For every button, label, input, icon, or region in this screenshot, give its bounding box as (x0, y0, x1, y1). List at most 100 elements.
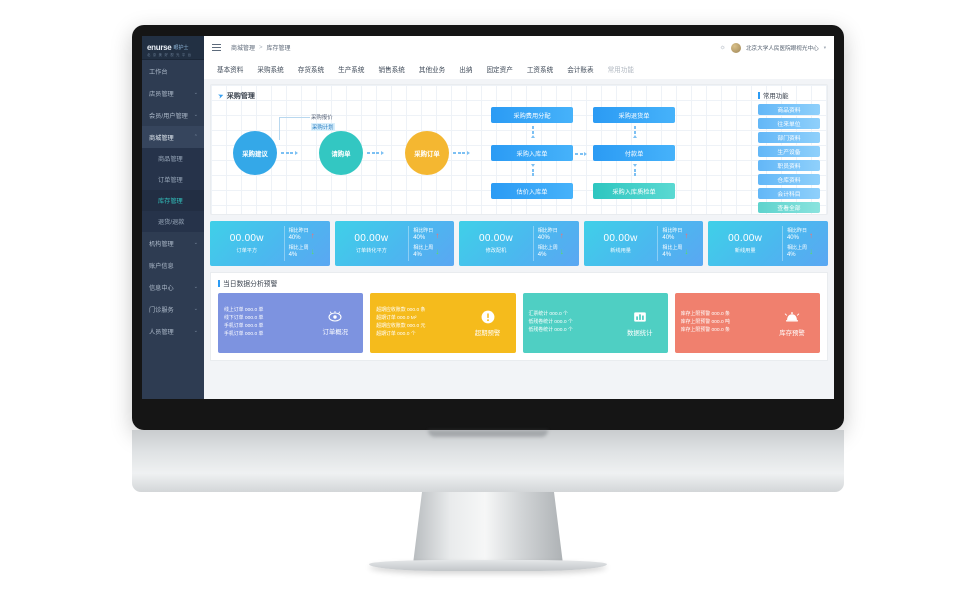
flow-box-estimated-receipt[interactable]: 估价入库单 (491, 183, 573, 199)
flow-box-receipt-inspection[interactable]: 采购入库质检单 (593, 183, 675, 199)
sidebar-item-1[interactable]: 店员管理 ⌄ (142, 82, 204, 104)
flow-arrow-up-3 (531, 164, 535, 177)
tab-6[interactable]: 出纳 (452, 64, 479, 74)
tab-1[interactable]: 采购系统 (250, 64, 290, 74)
warning-card-summary: 数据统计 (618, 310, 662, 337)
warning-card-3[interactable]: 库存上限预警 000.0 条库存上限预警 000.0 吨库存上限预警 000.0… (674, 293, 820, 353)
warning-line: 超期订单 000.0 个 (376, 331, 416, 337)
chevron-icon: ⌄ (193, 284, 198, 290)
tab-4[interactable]: 销售系统 (372, 64, 412, 74)
flow-circle-advice[interactable]: 采购建议 (233, 131, 277, 175)
stat-card-main: 00.00w 新线用量 (708, 233, 782, 254)
sidebar-subitem-0[interactable]: 商品管理 (142, 148, 204, 169)
stat-card-0[interactable]: 00.00w 订单平方 相比昨日 40% ↑ 相比上周 4% ↓ (210, 221, 330, 266)
tab-0[interactable]: 基本资料 (210, 64, 250, 74)
stat-card-3[interactable]: 00.00w 新线用量 相比昨日 40% ↑ 相比上周 4% ↓ (583, 221, 704, 266)
monitor-body: enurse 眼护士 北 京 美 好 视 光 平 台 工作台 店员管理 ⌄ 会员/用户… (132, 25, 844, 430)
flow-title-text: 采购管理 (226, 93, 255, 100)
compare-label: 相比上周 (662, 244, 683, 251)
compare-label: 相比昨日 (786, 227, 807, 234)
quick-button-6[interactable]: 会计科目 (758, 188, 820, 199)
hamburger-icon[interactable] (212, 44, 221, 52)
compare-value: 4% (413, 252, 422, 259)
tab-7[interactable]: 固定资产 (479, 64, 519, 74)
sidebar-item-8[interactable]: 人员管理 ⌄ (142, 320, 204, 342)
flow-circle-order[interactable]: 采购订单 (405, 131, 449, 175)
arrow-up-icon: ↑ (684, 230, 689, 240)
compare-label: 相比上周 (537, 244, 558, 251)
breadcrumb-current: 库存管理 (266, 46, 291, 52)
notification-bell-icon[interactable]: ☼ (720, 44, 726, 51)
flow-circle-request[interactable]: 请购单 (319, 131, 363, 175)
monitor-chin (132, 430, 844, 492)
sidebar-item-0[interactable]: 工作台 (142, 60, 204, 82)
quick-button-3[interactable]: 生产设备 (758, 146, 820, 157)
callout-connector (279, 117, 310, 140)
breadcrumb-separator: > (259, 44, 263, 51)
warning-line: 超期订单 000.0 M² (376, 316, 417, 322)
tab-10[interactable]: 常用功能 (601, 64, 641, 74)
monitor-stand-neck (413, 492, 563, 564)
arrow-up-icon: ↑ (310, 230, 315, 240)
flow-arrow-2 (367, 151, 384, 155)
tab-9[interactable]: 会计账表 (560, 64, 600, 74)
sidebar-item-label: 会员/用户管理 (149, 112, 188, 120)
stat-card-1[interactable]: 00.00w 订单转化平方 相比昨日 40% ↑ 相比上周 4% ↓ (334, 221, 455, 266)
warning-line: 库存上限预警 000.0 条 (680, 312, 730, 318)
flow-arrow-1 (281, 151, 298, 155)
avatar[interactable] (730, 42, 741, 53)
tab-3[interactable]: 生产系统 (331, 64, 371, 74)
warning-line: 手机订单 000.0 单 (224, 331, 264, 337)
callout-plan[interactable]: 采购计划 (311, 123, 335, 131)
sidebar-item-7[interactable]: 门诊服务 ⌄ (142, 298, 204, 320)
breadcrumb: 商城管理 > 库存管理 (231, 43, 291, 53)
app-window: enurse 眼护士 北 京 美 好 视 光 平 台 工作台 店员管理 ⌄ 会员/用户… (142, 36, 834, 399)
quick-button-0[interactable]: 商品资料 (758, 104, 820, 115)
sidebar-item-5[interactable]: 账户信息 (142, 254, 204, 276)
sidebar-item-4[interactable]: 机构管理 ⌄ (142, 232, 204, 254)
warning-card-0[interactable]: 线上订单 000.0 单线下订单 000.0 单手机订单 000.0 单手机订单… (218, 293, 364, 353)
stat-card-4[interactable]: 00.00w 新线用量 相比昨日 40% ↑ 相比上周 4% ↓ (708, 221, 828, 266)
stat-card-2[interactable]: 00.00w 修改配机 相比昨日 40% ↑ 相比上周 4% ↓ (459, 221, 579, 266)
flow-box-receipt-order[interactable]: 采购入库单 (491, 145, 573, 161)
quick-button-7[interactable]: 查看全部 (758, 202, 820, 213)
stat-compare-yesterday: 相比昨日 40% ↑ (289, 228, 330, 243)
breadcrumb-root[interactable]: 商城管理 (231, 43, 255, 52)
send-icon: ➤ (217, 92, 226, 101)
tab-2[interactable]: 存货系统 (291, 64, 331, 74)
callout-quote[interactable]: 采购报价 (311, 113, 333, 121)
tab-5[interactable]: 其他业务 (412, 64, 452, 74)
stat-card-compare: 相比昨日 40% ↑ 相比上周 4% ↓ (283, 225, 330, 262)
sidebar-item-2[interactable]: 会员/用户管理 ⌄ (142, 104, 204, 126)
arrow-down-icon: ↓ (808, 247, 813, 257)
warning-card-1[interactable]: 超期应收账款 000.0 条超期订单 000.0 M² 超期应收账款 000.0 … (370, 293, 516, 353)
quick-button-1[interactable]: 往来单位 (758, 118, 820, 129)
flow-box-expense-allocation[interactable]: 采购费用分配 (491, 107, 573, 123)
stat-card-compare: 相比昨日 40% ↑ 相比上周 4% ↓ (657, 225, 703, 262)
compare-value: 4% (537, 252, 547, 259)
chevron-icon: ⌄ (193, 328, 198, 334)
flow-box-return-order[interactable]: 采购退货单 (593, 107, 675, 123)
tab-8[interactable]: 工资系统 (520, 64, 560, 74)
quick-button-4[interactable]: 职员资料 (758, 160, 820, 171)
chevron-down-icon[interactable]: ▾ (824, 45, 826, 51)
sidebar-subitem-3[interactable]: 退货/退款 (142, 211, 204, 232)
quick-button-2[interactable]: 部门资料 (758, 132, 820, 143)
chevron-icon: ⌄ (193, 112, 198, 118)
sidebar-item-3[interactable]: 商城管理 ⌃ (142, 126, 204, 148)
quick-button-5[interactable]: 仓库资料 (758, 174, 820, 185)
sidebar-item-label: 门诊服务 (149, 306, 174, 314)
sidebar: enurse 眼护士 北 京 美 好 视 光 平 台 工作台 店员管理 ⌄ 会员/用户… (142, 36, 204, 399)
stat-compare-yesterday: 相比昨日 40% ↑ (787, 228, 828, 243)
sidebar-subitem-1[interactable]: 订单管理 (142, 169, 204, 190)
warning-card-2[interactable]: 汇票统计 000.0 个低残卷统计 000.0 个低残卷统计 000.0 个数据… (522, 293, 668, 353)
sidebar-item-6[interactable]: 信息中心 ⌄ (142, 276, 204, 298)
warning-line: 低残卷统计 000.0 个 (528, 327, 573, 333)
sidebar-subitem-2[interactable]: 库存管理 (142, 190, 204, 211)
topbar-right: ☼ 北京大学人民医院眼视光中心 ▾ (720, 42, 834, 53)
warning-card-label: 数据统计 (626, 329, 653, 337)
daily-warning-header: 当日数据分析预警 (218, 278, 820, 288)
flow-box-payment-order[interactable]: 付款单 (593, 145, 675, 161)
sidebar-item-label: 信息中心 (149, 284, 174, 292)
daily-warning-title: 当日数据分析预警 (223, 281, 278, 288)
